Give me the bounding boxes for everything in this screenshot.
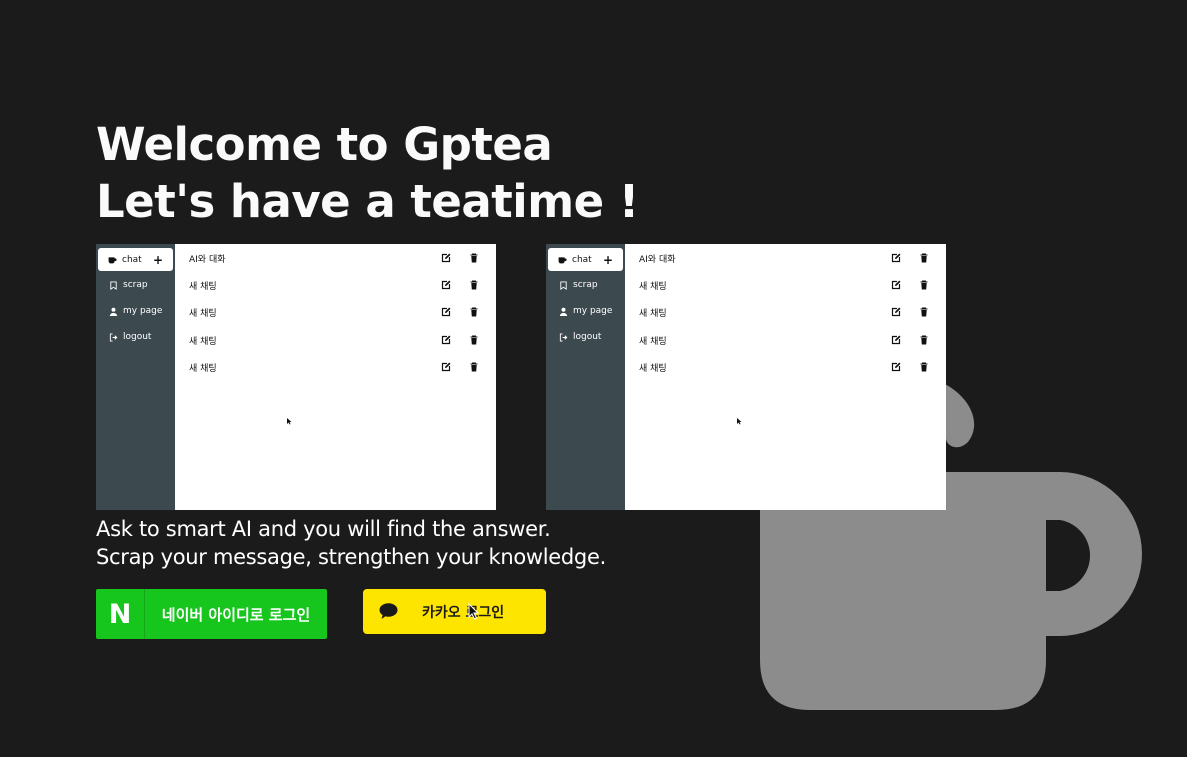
mouse-cursor-icon bbox=[287, 418, 292, 425]
sidebar-item-my-page[interactable]: my page bbox=[559, 306, 612, 316]
kakao-login-label: 카카오 로그인 bbox=[422, 604, 505, 621]
trash-icon[interactable] bbox=[919, 307, 929, 317]
edit-icon[interactable] bbox=[441, 335, 451, 345]
sidebar-item-label: logout bbox=[573, 332, 602, 342]
chat-title: AI와 대화 bbox=[639, 254, 676, 265]
chat-list-item[interactable]: 새 채팅 bbox=[175, 330, 496, 350]
edit-icon[interactable] bbox=[441, 280, 451, 290]
new-chat-plus-icon[interactable]: + bbox=[153, 253, 163, 267]
hero-title-line2: Let's have a teatime ! bbox=[96, 175, 639, 228]
speech-bubble-icon bbox=[379, 603, 397, 619]
naver-login-label: 네이버 아이디로 로그인 bbox=[161, 605, 311, 624]
trash-icon[interactable] bbox=[469, 307, 479, 317]
edit-icon[interactable] bbox=[441, 307, 451, 317]
edit-icon[interactable] bbox=[891, 253, 901, 263]
coffee-icon bbox=[558, 257, 567, 264]
edit-icon[interactable] bbox=[891, 362, 901, 372]
chat-title: 새 채팅 bbox=[189, 308, 217, 319]
mouse-cursor-icon bbox=[468, 603, 479, 620]
new-chat-plus-icon[interactable]: + bbox=[603, 253, 613, 267]
sidebar-item-label: my page bbox=[123, 306, 163, 316]
chat-list: AI와 대화 새 채팅 새 채팅 새 채팅 새 채팅 bbox=[175, 244, 496, 510]
app-preview-left: chat + scrap my page logout AI와 대화 새 채팅 … bbox=[96, 244, 496, 510]
naver-logo-letter: N bbox=[108, 598, 132, 630]
chat-list-item[interactable]: 새 채팅 bbox=[625, 357, 946, 377]
sidebar-item-label: logout bbox=[123, 332, 152, 342]
trash-icon[interactable] bbox=[469, 280, 479, 290]
chat-title: 새 채팅 bbox=[639, 281, 667, 292]
sidebar-item-logout[interactable]: logout bbox=[109, 332, 151, 342]
sidebar-chat-label: chat bbox=[122, 254, 142, 265]
logout-icon bbox=[109, 332, 118, 342]
trash-icon[interactable] bbox=[919, 280, 929, 290]
naver-login-button[interactable]: N 네이버 아이디로 로그인 bbox=[96, 589, 327, 639]
chat-title: 새 채팅 bbox=[189, 363, 217, 374]
chat-list-item[interactable]: 새 채팅 bbox=[175, 275, 496, 295]
chat-title: 새 채팅 bbox=[639, 336, 667, 347]
sidebar-item-logout[interactable]: logout bbox=[559, 332, 601, 342]
chat-list-item[interactable]: AI와 대화 bbox=[625, 248, 946, 268]
hero-title-line1: Welcome to Gptea bbox=[96, 118, 553, 171]
sidebar-chat-button[interactable]: chat + bbox=[548, 248, 623, 271]
user-icon bbox=[559, 307, 568, 316]
chat-title: 새 채팅 bbox=[639, 308, 667, 319]
sidebar-item-my-page[interactable]: my page bbox=[109, 306, 162, 316]
edit-icon[interactable] bbox=[891, 280, 901, 290]
sidebar-item-label: scrap bbox=[573, 280, 598, 290]
chat-title: AI와 대화 bbox=[189, 254, 226, 265]
hero-title: Welcome to Gptea Let's have a teatime ! bbox=[96, 116, 639, 230]
description-line2: Scrap your message, strengthen your know… bbox=[96, 545, 606, 569]
edit-icon[interactable] bbox=[891, 307, 901, 317]
sidebar-item-label: my page bbox=[573, 306, 613, 316]
sidebar-item-scrap[interactable]: scrap bbox=[559, 280, 598, 290]
trash-icon[interactable] bbox=[919, 335, 929, 345]
trash-icon[interactable] bbox=[469, 335, 479, 345]
trash-icon[interactable] bbox=[469, 253, 479, 263]
trash-icon[interactable] bbox=[919, 253, 929, 263]
description-line1: Ask to smart AI and you will find the an… bbox=[96, 517, 551, 541]
chat-list: AI와 대화 새 채팅 새 채팅 새 채팅 새 채팅 bbox=[625, 244, 946, 510]
trash-icon[interactable] bbox=[919, 362, 929, 372]
description: Ask to smart AI and you will find the an… bbox=[96, 515, 606, 571]
edit-icon[interactable] bbox=[891, 335, 901, 345]
logout-icon bbox=[559, 332, 568, 342]
mouse-cursor-icon bbox=[737, 418, 742, 425]
naver-logo-icon: N bbox=[96, 589, 145, 639]
preview-sidebar: chat + scrap my page logout bbox=[96, 244, 175, 510]
kakao-logo bbox=[363, 603, 413, 620]
sidebar-chat-button[interactable]: chat + bbox=[98, 248, 173, 271]
chat-title: 새 채팅 bbox=[189, 281, 217, 292]
user-icon bbox=[109, 307, 118, 316]
app-preview-right: chat + scrap my page logout AI와 대화 새 채팅 … bbox=[546, 244, 946, 510]
trash-icon[interactable] bbox=[469, 362, 479, 372]
bookmark-icon bbox=[110, 280, 117, 290]
chat-list-item[interactable]: 새 채팅 bbox=[625, 302, 946, 322]
bookmark-icon bbox=[560, 280, 567, 290]
sidebar-chat-label: chat bbox=[572, 254, 592, 265]
edit-icon[interactable] bbox=[441, 253, 451, 263]
preview-sidebar: chat + scrap my page logout bbox=[546, 244, 625, 510]
sidebar-item-label: scrap bbox=[123, 280, 148, 290]
edit-icon[interactable] bbox=[441, 362, 451, 372]
chat-title: 새 채팅 bbox=[639, 363, 667, 374]
chat-list-item[interactable]: 새 채팅 bbox=[175, 357, 496, 377]
kakao-login-button[interactable]: 카카오 로그인 bbox=[363, 589, 546, 634]
chat-list-item[interactable]: 새 채팅 bbox=[625, 275, 946, 295]
chat-title: 새 채팅 bbox=[189, 336, 217, 347]
sidebar-item-scrap[interactable]: scrap bbox=[109, 280, 148, 290]
chat-list-item[interactable]: 새 채팅 bbox=[625, 330, 946, 350]
chat-list-item[interactable]: AI와 대화 bbox=[175, 248, 496, 268]
chat-list-item[interactable]: 새 채팅 bbox=[175, 302, 496, 322]
coffee-icon bbox=[108, 257, 117, 264]
